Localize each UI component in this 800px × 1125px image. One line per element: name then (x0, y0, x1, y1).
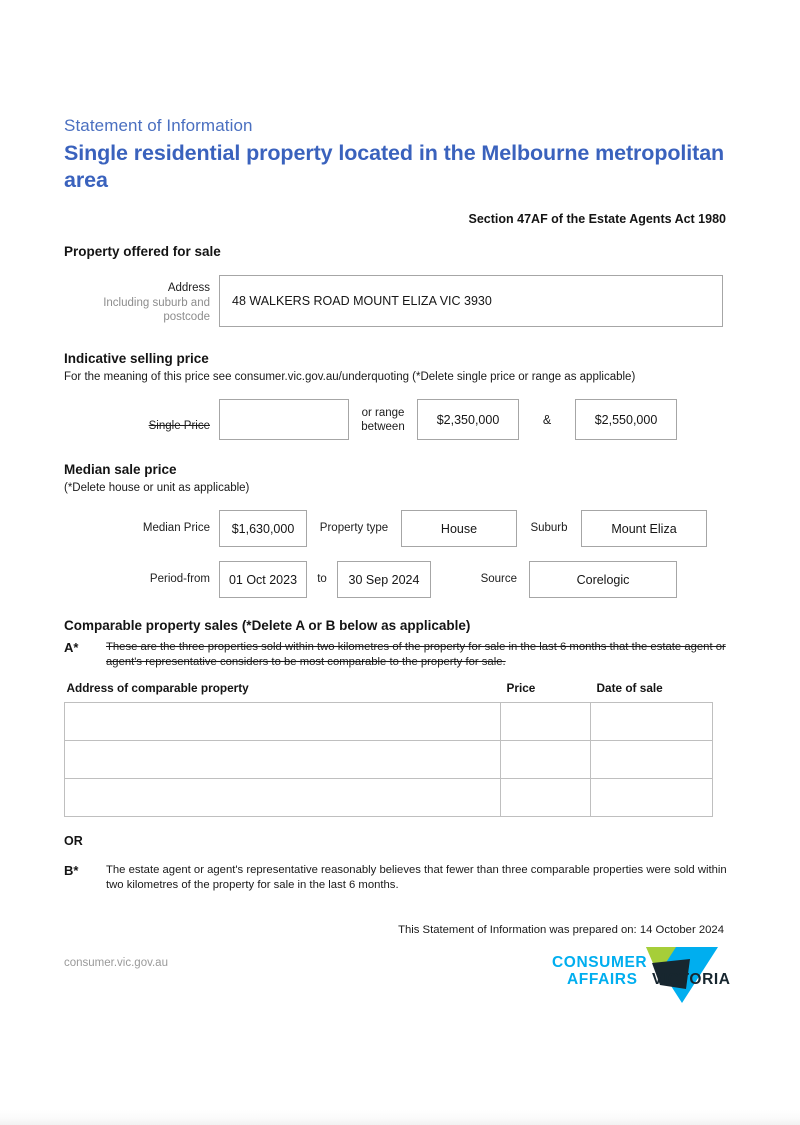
range-low-field[interactable]: $2,350,000 (417, 399, 519, 440)
range-high-field[interactable]: $2,550,000 (575, 399, 677, 440)
option-a-row: A* These are the three properties sold w… (64, 640, 736, 670)
range-ampersand: & (542, 412, 552, 427)
median-price-row-2: Period-from 01 Oct 2023 to 30 Sep 2024 S… (64, 561, 736, 598)
suburb-field[interactable]: Mount Eliza (581, 510, 707, 547)
property-offered-heading: Property offered for sale (64, 244, 221, 259)
cell-address[interactable] (64, 702, 501, 741)
document-footer: consumer.vic.gov.au CONSUMER AFFAIRS VIC… (64, 945, 736, 1015)
cell-address[interactable] (64, 778, 501, 817)
or-separator-label: OR (64, 834, 83, 848)
document-page: Statement of Information Single resident… (0, 0, 800, 1110)
median-price-section: Median sale price (*Delete house or unit… (64, 462, 736, 598)
or-range-between-label: or range between (361, 406, 405, 433)
table-row (64, 740, 713, 779)
page-title: Single residential property located in t… (64, 141, 725, 192)
option-b-text: The estate agent or agent's representati… (106, 864, 727, 891)
source-label: Source (480, 573, 517, 586)
indicative-price-heading: Indicative selling price (64, 351, 209, 366)
table-header-row: Address of comparable property Price Dat… (65, 681, 713, 703)
comparable-sales-heading: Comparable property sales (*Delete A or … (64, 618, 471, 633)
option-b-row: B* The estate agent or agent's represent… (64, 863, 736, 893)
page-bottom-edge (0, 1110, 800, 1125)
indicative-price-section: Indicative selling price For the meaning… (64, 351, 736, 440)
median-price-field[interactable]: $1,630,000 (219, 510, 307, 547)
logo-line-victoria: VICTORIA (652, 971, 731, 988)
option-a-text: These are the three properties sold with… (106, 641, 726, 668)
column-header-address: Address of comparable property (66, 681, 249, 695)
single-price-label: Single Price (148, 419, 210, 432)
act-section-reference: Section 47AF of the Estate Agents Act 19… (468, 212, 726, 226)
option-a-marker: A* (64, 640, 79, 655)
document-header: Statement of Information Single resident… (64, 115, 736, 226)
address-label: Address (167, 282, 210, 294)
comparable-sales-table: Address of comparable property Price Dat… (64, 681, 713, 817)
period-from-label: Period-from (149, 573, 210, 586)
period-from-field[interactable]: 01 Oct 2023 (219, 561, 307, 598)
option-b-marker: B* (64, 863, 79, 878)
period-to-field[interactable]: 30 Sep 2024 (337, 561, 431, 598)
median-price-heading: Median sale price (64, 462, 177, 477)
cell-date[interactable] (590, 740, 713, 779)
median-price-row-1: Median Price $1,630,000 Property type Ho… (64, 510, 736, 547)
prepared-on-statement: This Statement of Information was prepar… (398, 924, 724, 936)
indicative-price-note: For the meaning of this price see consum… (64, 371, 636, 383)
median-price-label: Median Price (142, 522, 210, 535)
table-row (64, 702, 713, 741)
comparable-sales-section: Comparable property sales (*Delete A or … (64, 618, 736, 936)
property-offered-section: Property offered for sale Address Includ… (64, 244, 736, 327)
cell-price[interactable] (500, 740, 591, 779)
property-type-field[interactable]: House (401, 510, 517, 547)
consumer-affairs-victoria-logo: CONSUMER AFFAIRS VICTORIA (550, 945, 736, 1007)
logo-line-consumer: CONSUMER (552, 954, 648, 971)
cell-date[interactable] (590, 778, 713, 817)
column-header-price: Price (506, 681, 536, 695)
footer-website-url[interactable]: consumer.vic.gov.au (64, 957, 168, 969)
cell-price[interactable] (500, 702, 591, 741)
property-type-label: Property type (319, 522, 389, 535)
median-price-note: (*Delete house or unit as applicable) (64, 482, 250, 494)
logo-line-affairs: AFFAIRS (567, 971, 638, 988)
table-row (64, 778, 713, 817)
address-sublabel: Including suburb and postcode (103, 296, 210, 324)
column-header-date: Date of sale (596, 681, 663, 695)
address-field[interactable]: 48 WALKERS ROAD MOUNT ELIZA VIC 3930 (219, 275, 723, 327)
cell-price[interactable] (500, 778, 591, 817)
single-price-field[interactable] (219, 399, 349, 440)
cell-address[interactable] (64, 740, 501, 779)
address-label-group: Address Including suburb and postcode (64, 275, 219, 325)
indicative-price-row: Single Price or range between $2,350,000 … (64, 399, 736, 440)
source-field[interactable]: Corelogic (529, 561, 677, 598)
address-row: Address Including suburb and postcode 48… (64, 275, 736, 327)
period-to-label: to (317, 573, 327, 586)
document-content: Statement of Information Single resident… (64, 115, 736, 936)
document-kicker: Statement of Information (64, 116, 253, 135)
suburb-label: Suburb (530, 522, 568, 535)
cell-date[interactable] (590, 702, 713, 741)
